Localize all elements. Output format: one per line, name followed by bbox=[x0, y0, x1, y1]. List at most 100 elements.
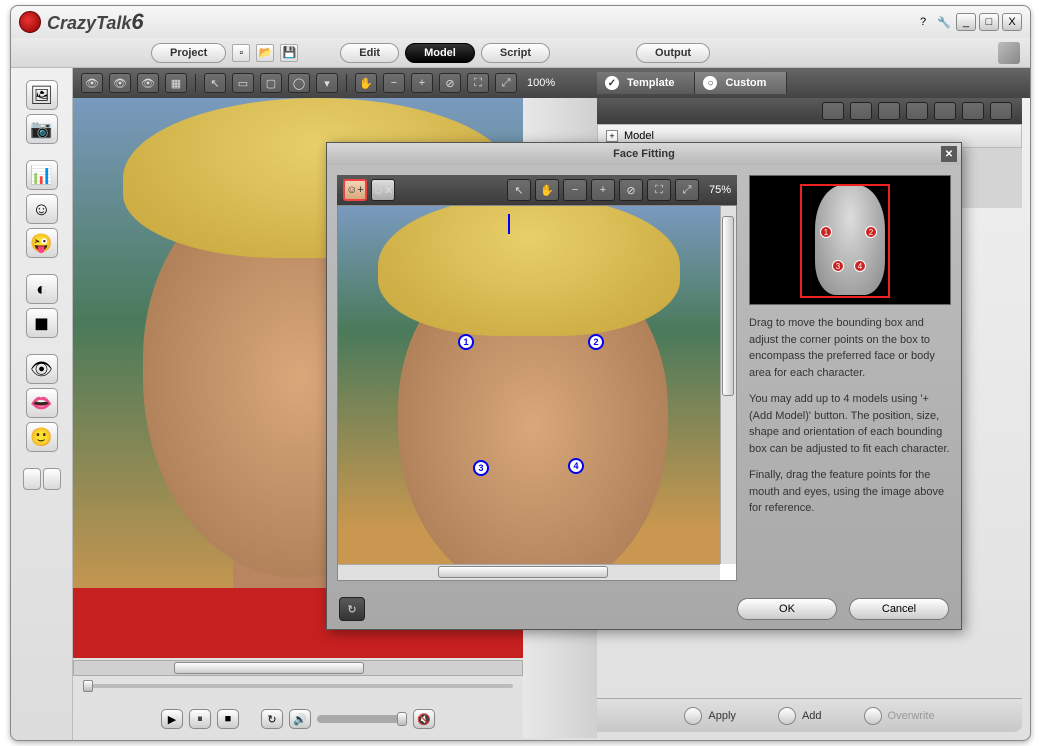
maximize-button[interactable]: □ bbox=[979, 13, 999, 31]
marker-mouth-right[interactable]: 4 bbox=[568, 458, 584, 474]
tool-head-icon[interactable]: 🙂 bbox=[26, 422, 58, 452]
tool-eye-icon[interactable]: 👁 bbox=[26, 354, 58, 384]
rp-dup-icon[interactable] bbox=[906, 102, 928, 120]
radio-icon: ○ bbox=[703, 76, 717, 90]
ref-marker-3: 3 bbox=[832, 260, 844, 272]
volume-slider[interactable] bbox=[317, 715, 407, 723]
rp-paste-icon[interactable] bbox=[878, 102, 900, 120]
dialog-footer: ↻ OK Cancel bbox=[327, 591, 961, 627]
grid-icon[interactable]: ▦ bbox=[165, 73, 187, 93]
tab-script[interactable]: Script bbox=[481, 43, 550, 63]
rp-gear-icon[interactable] bbox=[962, 102, 984, 120]
mute-button[interactable]: 🔇 bbox=[413, 709, 435, 729]
ok-button[interactable]: OK bbox=[737, 598, 837, 620]
app-name: CrazyTalk bbox=[47, 13, 131, 34]
tool-timeline-icon[interactable]: 📊 bbox=[26, 160, 58, 190]
tool-silhouette-icon[interactable]: ◼ bbox=[26, 308, 58, 338]
rect-icon[interactable]: ▢ bbox=[260, 73, 282, 93]
tab-custom[interactable]: ○ Custom bbox=[695, 72, 787, 94]
eye-off-icon[interactable]: 👁 bbox=[137, 73, 159, 93]
help-text: Drag to move the bounding box and adjust… bbox=[749, 305, 951, 581]
reference-bounding-box bbox=[800, 184, 890, 298]
save-icon[interactable]: 💾 bbox=[280, 44, 298, 62]
tab-project[interactable]: Project bbox=[151, 43, 226, 63]
zoom-in-icon[interactable]: + bbox=[591, 179, 615, 201]
cancel-button[interactable]: Cancel bbox=[849, 598, 949, 620]
dialog-vscroll[interactable] bbox=[720, 206, 736, 564]
play-button[interactable]: ▶ bbox=[161, 709, 183, 729]
volume-icon[interactable]: 🔊 bbox=[289, 709, 311, 729]
arrow-icon[interactable]: ↖ bbox=[204, 73, 226, 93]
rp-del-icon[interactable] bbox=[934, 102, 956, 120]
marker-eye-left[interactable]: 1 bbox=[458, 334, 474, 350]
rp-more-icon[interactable] bbox=[990, 102, 1012, 120]
dropdown-icon[interactable]: ▾ bbox=[316, 73, 338, 93]
ref-marker-1: 1 bbox=[820, 226, 832, 238]
tree-expand-icon[interactable]: + bbox=[606, 130, 618, 142]
tab-edit[interactable]: Edit bbox=[340, 43, 399, 63]
tool-prev-icon[interactable] bbox=[23, 468, 41, 490]
overwrite-button[interactable]: Overwrite bbox=[850, 703, 949, 729]
add-face-icon[interactable]: ☺+ bbox=[343, 179, 367, 201]
eye-on-icon[interactable]: 👁 bbox=[81, 73, 103, 93]
circ-icon[interactable]: ◯ bbox=[288, 73, 310, 93]
dialog-hscroll[interactable] bbox=[338, 564, 720, 580]
zoom-reset-icon[interactable]: ⊘ bbox=[439, 73, 461, 93]
ref-marker-2: 2 bbox=[865, 226, 877, 238]
eye-dim-icon[interactable]: 👁 bbox=[109, 73, 131, 93]
add-button[interactable]: Add bbox=[764, 703, 836, 729]
tool-camera-icon[interactable]: 📷 bbox=[26, 114, 58, 144]
minimize-button[interactable]: _ bbox=[956, 13, 976, 31]
expand-icon[interactable]: ⤢ bbox=[495, 73, 517, 93]
zoom-reset-icon[interactable]: ⊘ bbox=[619, 179, 643, 201]
loop-button[interactable]: ↻ bbox=[261, 709, 283, 729]
tab-model[interactable]: Model bbox=[405, 43, 475, 63]
tool-mouth-icon[interactable]: 👄 bbox=[26, 388, 58, 418]
apply-button[interactable]: Apply bbox=[670, 703, 750, 729]
canvas-hscroll[interactable] bbox=[73, 660, 523, 676]
zoom-out-icon[interactable]: − bbox=[383, 73, 405, 93]
timeline-slider[interactable] bbox=[73, 680, 523, 696]
rp-copy-icon[interactable] bbox=[850, 102, 872, 120]
dialog-left-panel: ☺+ ☺✕ ↖ ✋ − + ⊘ ⛶ ⤢ 75% 1 2 3 bbox=[337, 175, 737, 581]
dialog-right-panel: 1 2 3 4 Drag to move the bounding box an… bbox=[749, 175, 951, 581]
expand-icon[interactable]: ⤢ bbox=[675, 179, 699, 201]
remove-face-icon[interactable]: ☺✕ bbox=[371, 179, 395, 201]
dialog-close-button[interactable]: ✕ bbox=[941, 146, 957, 162]
dialog-canvas[interactable]: 1 2 3 4 bbox=[338, 206, 720, 564]
face-fitting-dialog: Face Fitting ✕ ☺+ ☺✕ ↖ ✋ − + ⊘ ⛶ ⤢ 75% bbox=[326, 142, 962, 630]
close-button[interactable]: X bbox=[1002, 13, 1022, 31]
tool-photo-icon[interactable]: 🖼 bbox=[26, 80, 58, 110]
help-icon[interactable]: ? bbox=[914, 13, 932, 31]
tool-next-icon[interactable] bbox=[43, 468, 61, 490]
bottom-actions: Apply Add Overwrite bbox=[597, 698, 1022, 732]
dialog-canvas-wrap: 1 2 3 4 bbox=[337, 205, 737, 581]
tool-mask-icon[interactable]: ◐ bbox=[26, 274, 58, 304]
open-icon[interactable]: 📂 bbox=[256, 44, 274, 62]
add-icon bbox=[778, 707, 796, 725]
reload-button[interactable]: ↻ bbox=[339, 597, 365, 621]
cube-icon[interactable] bbox=[998, 42, 1020, 64]
dialog-title-bar[interactable]: Face Fitting ✕ bbox=[327, 143, 961, 165]
select-icon[interactable]: ▭ bbox=[232, 73, 254, 93]
fit-icon[interactable]: ⛶ bbox=[467, 73, 489, 93]
app-logo-icon bbox=[19, 11, 41, 33]
tab-template[interactable]: ✓ Template bbox=[597, 72, 695, 94]
zoom-in-icon[interactable]: + bbox=[411, 73, 433, 93]
hand-icon[interactable]: ✋ bbox=[535, 179, 559, 201]
tool-face2-icon[interactable]: 😜 bbox=[26, 228, 58, 258]
pause-button[interactable]: ⏸ bbox=[189, 709, 211, 729]
marker-eye-right[interactable]: 2 bbox=[588, 334, 604, 350]
dialog-zoom-value: 75% bbox=[709, 184, 731, 196]
pointer-icon[interactable]: ↖ bbox=[507, 179, 531, 201]
tool-face1-icon[interactable]: ☺ bbox=[26, 194, 58, 224]
marker-mouth-left[interactable]: 3 bbox=[473, 460, 489, 476]
new-icon[interactable]: ▫ bbox=[232, 44, 250, 62]
tab-output[interactable]: Output bbox=[636, 43, 710, 63]
fit-icon[interactable]: ⛶ bbox=[647, 179, 671, 201]
zoom-out-icon[interactable]: − bbox=[563, 179, 587, 201]
stop-button[interactable]: ■ bbox=[217, 709, 239, 729]
wrench-icon[interactable]: 🔧 bbox=[935, 13, 953, 31]
rp-open-icon[interactable] bbox=[822, 102, 844, 120]
hand-icon[interactable]: ✋ bbox=[355, 73, 377, 93]
